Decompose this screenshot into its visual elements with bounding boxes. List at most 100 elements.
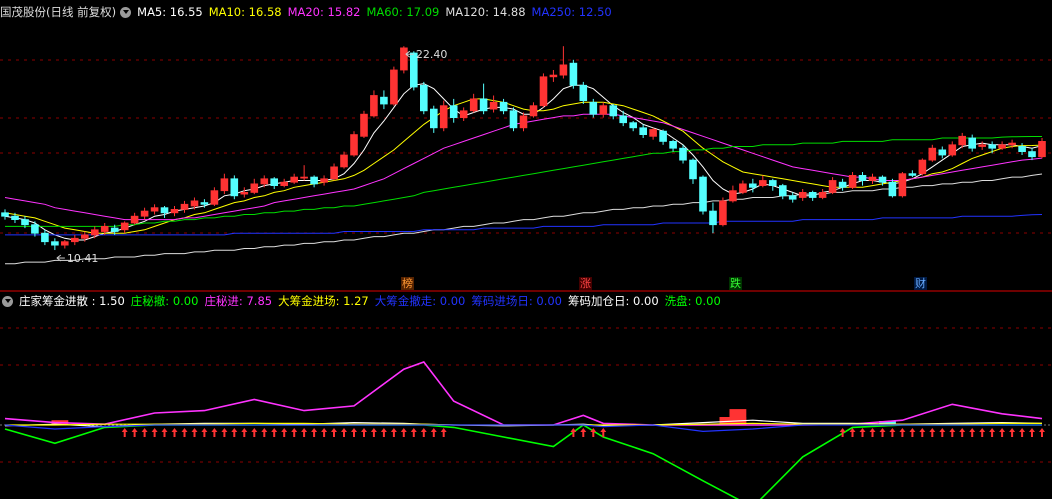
candle[interactable] [250,178,259,195]
candle[interactable] [360,110,368,138]
candle[interactable] [459,107,468,121]
candle-body [918,159,927,175]
candle[interactable] [898,172,907,198]
candle[interactable] [739,180,747,195]
candle[interactable] [1028,148,1036,161]
candle[interactable] [868,173,877,184]
candle[interactable] [400,46,408,74]
candle[interactable] [41,229,49,246]
candle[interactable] [699,175,707,215]
candle[interactable] [988,141,996,154]
candle[interactable] [419,81,428,115]
candle[interactable] [599,102,608,118]
candle[interactable] [589,98,598,118]
candle[interactable] [948,141,957,157]
candle[interactable] [828,177,837,195]
candle[interactable] [619,110,627,127]
candle[interactable] [370,90,378,118]
candle[interactable] [180,200,189,213]
candle[interactable] [559,46,568,79]
candle[interactable] [529,102,538,118]
candle[interactable] [469,93,478,113]
candle-body [81,234,89,239]
candle[interactable] [818,189,827,200]
candle[interactable] [689,158,697,184]
event-marker[interactable]: 榜 [401,277,414,290]
candle[interactable] [788,192,797,203]
candle[interactable] [479,83,488,115]
candle[interactable] [499,98,508,115]
candle[interactable] [539,73,548,108]
candle[interactable] [130,212,139,225]
candle[interactable] [798,189,807,201]
candle[interactable] [669,139,677,152]
candle[interactable] [71,234,79,246]
candle[interactable] [719,197,727,227]
candle[interactable] [928,144,937,162]
dropdown-icon[interactable] [2,295,13,307]
candle[interactable] [230,175,239,200]
candle[interactable] [938,146,947,159]
candle[interactable] [858,172,867,186]
candle[interactable] [150,204,159,215]
candle[interactable] [709,202,717,234]
candle[interactable] [749,178,757,193]
candle[interactable] [629,121,637,132]
candle[interactable] [519,112,528,132]
candle[interactable] [120,221,129,234]
candle[interactable] [639,124,647,138]
candle[interactable] [549,70,558,82]
candle[interactable] [439,100,448,132]
candle[interactable] [380,90,388,110]
candle[interactable] [659,129,667,145]
candle[interactable] [759,175,767,188]
candle[interactable] [31,221,39,237]
stock-title[interactable]: 国茂股份(日线 前复权) [0,4,116,20]
candle[interactable] [300,165,308,181]
candle[interactable] [729,185,737,203]
candle[interactable] [918,158,927,176]
candle[interactable] [340,151,348,169]
candle[interactable] [390,66,398,106]
candle[interactable] [160,206,169,218]
candle[interactable] [838,178,847,191]
candle[interactable] [270,177,278,189]
candle[interactable] [320,175,328,186]
candle[interactable] [220,173,229,195]
candle[interactable] [1,209,9,220]
candle[interactable] [449,98,458,123]
candle[interactable] [210,187,219,206]
candle[interactable] [509,107,518,132]
candle[interactable] [429,105,438,133]
candle[interactable] [240,187,249,198]
candle[interactable] [170,206,179,217]
candle[interactable] [140,207,149,220]
candle[interactable] [489,95,498,113]
event-marker[interactable]: 财 [914,277,927,290]
candle[interactable] [579,81,588,104]
candle[interactable] [290,173,298,184]
candle[interactable] [848,172,857,189]
candle[interactable] [769,178,777,191]
candle[interactable] [978,141,986,150]
candle[interactable] [61,240,69,249]
candle[interactable] [330,163,338,181]
candle[interactable] [808,190,817,201]
candle[interactable] [310,175,318,188]
candle[interactable] [350,131,358,157]
candle[interactable] [280,178,288,188]
dropdown-icon[interactable] [120,6,132,18]
stock-chart-canvas[interactable]: 22.40 10.41 [0,0,1052,499]
arrow-up-icon [301,428,308,437]
candle[interactable] [649,127,657,140]
event-marker[interactable]: 涨 [579,277,592,290]
candle[interactable] [779,183,787,200]
candle[interactable] [609,104,618,120]
candle[interactable] [51,238,59,251]
event-marker[interactable]: 跌 [729,277,742,290]
candle[interactable] [91,226,99,239]
candle[interactable] [569,59,578,89]
candle[interactable] [908,170,917,178]
candle[interactable] [968,134,976,152]
candle[interactable] [1038,138,1046,159]
